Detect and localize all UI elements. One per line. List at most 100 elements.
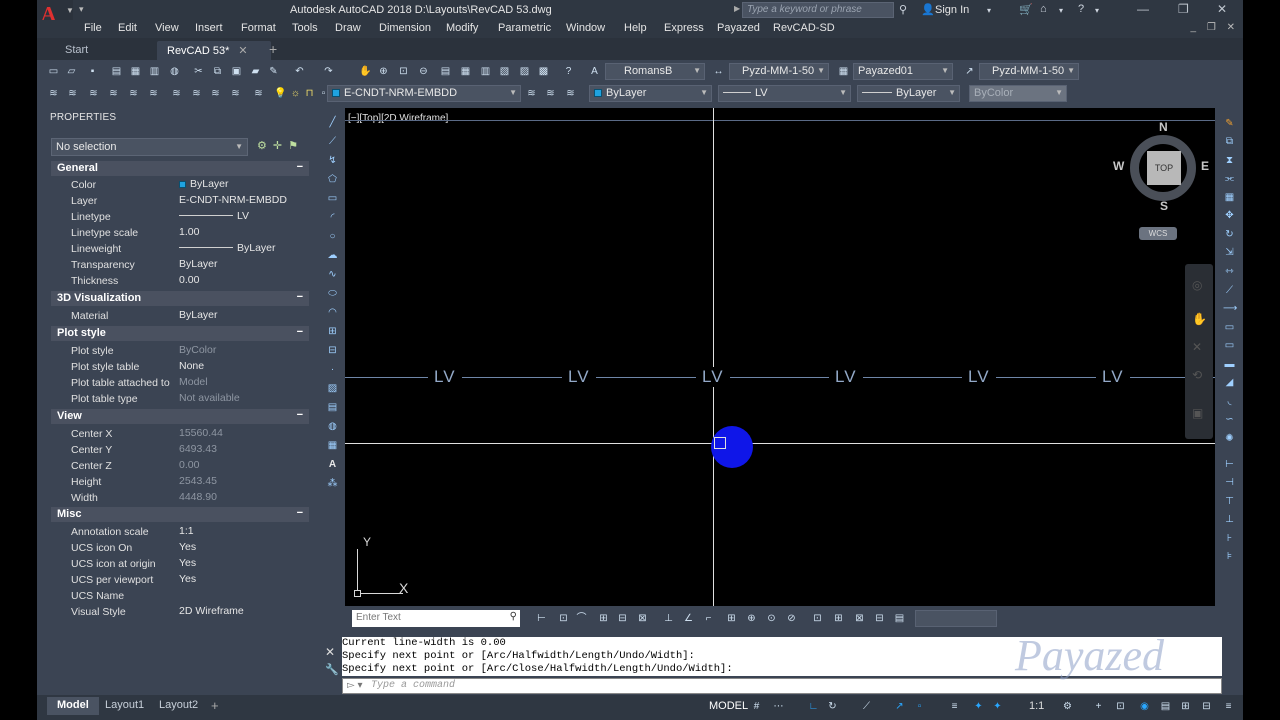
object-snap-tracking-icon[interactable]: ↗ [893,700,906,713]
layer-settings-icon[interactable]: ≋ [564,87,577,100]
menu-help[interactable]: Help [624,22,647,34]
text-style-dropdown[interactable]: RomansB ▼ [605,63,705,80]
prop-row-width[interactable]: Width 4448.90 [51,490,309,506]
status-menu-icon[interactable]: ≡ [1222,700,1235,713]
menu-file[interactable]: File [84,22,102,34]
auto-scale-icon[interactable]: ✦ [991,700,1004,713]
dim-style-icon[interactable]: ▤ [893,612,906,625]
dim-diameter-icon[interactable]: ⊧ [1223,550,1236,563]
dim-jogged-linear-icon[interactable]: ⊘ [785,612,798,625]
lineweight-toggle-icon[interactable]: ≡ [948,700,961,713]
tab-revcad-53[interactable]: RevCAD 53* ✕ [157,41,271,60]
customize-icon[interactable]: ⊞ [1179,700,1192,713]
prop-row-transparency[interactable]: Transparency ByLayer [51,257,309,273]
dim-style-dropdown[interactable] [915,610,997,627]
group-general[interactable]: General − [51,161,309,176]
compass-north[interactable]: N [1159,120,1168,134]
text-style-icon[interactable]: A [588,65,601,78]
design-center-icon[interactable]: ▦ [459,65,472,78]
redo-icon[interactable]: ↷ [322,65,335,78]
dim-override-icon[interactable]: ⊟ [873,612,886,625]
copy-object-icon[interactable]: ⧉ [1223,135,1236,148]
layer-dropdown[interactable]: E-CNDT-NRM-EMBDD ▼ [327,85,521,102]
compass-west[interactable]: W [1113,159,1124,173]
array-icon[interactable]: ▦ [1223,191,1236,204]
menu-draw[interactable]: Draw [335,22,361,34]
dim-inspect-icon[interactable]: ⊙ [765,612,778,625]
prop-row-ucs-icon-at-origin[interactable]: UCS icon at origin Yes [51,556,309,572]
paste-icon[interactable]: ▣ [230,65,243,78]
orbit-icon[interactable]: ⟲ [1192,368,1202,382]
chamfer-icon[interactable]: ◢ [1223,376,1236,389]
sign-in-dropdown-icon[interactable]: ▾ [987,6,991,15]
annotation-visibility-icon[interactable]: ✦ [972,700,985,713]
plot-preview-icon[interactable]: ▦ [129,65,142,78]
dim-break-icon[interactable]: ⊥ [662,612,675,625]
color-dropdown[interactable]: ByLayer ▼ [589,85,712,102]
hatch-icon[interactable]: ▨ [326,382,339,395]
viewport-controls[interactable]: [−][Top][2D Wireframe] [348,113,448,124]
menu-parametric[interactable]: Parametric [498,22,551,34]
zoom-realtime-icon[interactable]: ⊕ [377,65,390,78]
menu-modify[interactable]: Modify [446,22,478,34]
prop-row-linetype[interactable]: Linetype LV [51,209,309,225]
dim-edit-icon[interactable]: ⊡ [811,612,824,625]
layer-delete-icon[interactable]: ≋ [252,87,265,100]
exchange-icon[interactable]: ⌂ [1040,3,1047,15]
lightbulb-icon[interactable]: 💡 [274,87,287,100]
make-block-icon[interactable]: ⊟ [326,344,339,357]
menu-revcad-sd[interactable]: RevCAD-SD [773,22,835,34]
multileader-style-icon[interactable]: ↗ [963,65,976,78]
menu-view[interactable]: View [155,22,179,34]
join-icon[interactable]: ▬ [1223,358,1236,371]
prop-row-annotation-scale[interactable]: Annotation scale 1:1 [51,524,309,540]
binoculars-icon[interactable]: ⚲ [899,3,907,16]
layer-unisolate-icon[interactable]: ≋ [107,87,120,100]
sheet-set-icon[interactable]: ▧ [498,65,511,78]
line-icon[interactable]: ╱ [326,116,339,129]
polygon-icon[interactable]: ⬠ [326,173,339,186]
wcs-menu-button[interactable]: WCS [1139,227,1177,240]
blend-curves-icon[interactable]: ∽ [1223,413,1236,426]
tool-palettes-icon[interactable]: ▥ [479,65,492,78]
calculator-icon[interactable]: ▩ [537,65,550,78]
menu-window[interactable]: Window [566,22,605,34]
dim-linear-snap-icon[interactable]: ⊢ [535,612,548,625]
sign-in-button[interactable]: Sign In [935,4,969,16]
layer-freeze-icon[interactable]: ≋ [147,87,160,100]
prop-row-color[interactable]: Color ByLayer [51,177,309,193]
properties-icon[interactable]: ▤ [439,65,452,78]
dimension-style-dropdown[interactable]: Pyzd-MM-1-50 ▼ [729,63,829,80]
open-icon[interactable]: ▱ [65,65,78,78]
dim-jog-icon[interactable]: ⌐ [702,612,715,625]
cut-icon[interactable]: ✂ [192,65,205,78]
revision-cloud-icon[interactable]: ☁ [326,249,339,262]
stretch-icon[interactable]: ⇿ [1223,265,1236,278]
save-icon[interactable]: ▪ [86,65,99,78]
table-style-dropdown[interactable]: Payazed01 ▼ [853,63,953,80]
tab-model[interactable]: Model [47,697,99,715]
pan-hand-icon[interactable]: ✋ [1192,312,1207,326]
polyline-icon[interactable]: ↯ [326,154,339,167]
wrench-icon[interactable]: 🔧 [325,663,339,676]
clean-screen-icon[interactable]: ▤ [1159,700,1172,713]
layer-merge-icon[interactable]: ≋ [229,87,242,100]
ellipse-icon[interactable]: ⬭ [326,287,339,300]
prop-row-ucs-name[interactable]: UCS Name [51,588,309,604]
dim-arc-icon[interactable]: ⊤ [1223,495,1236,508]
zoom-extents-icon[interactable]: ✕ [1192,340,1202,354]
pencil-icon[interactable]: ✎ [1223,117,1236,130]
prop-row-ucs-icon-on[interactable]: UCS icon On Yes [51,540,309,556]
construction-line-icon[interactable]: ⟋ [326,135,339,148]
quick-select-icons[interactable]: ⚙✛⚑ [257,139,304,152]
help-toolbar-icon[interactable]: ? [562,65,575,78]
publish-icon[interactable]: ▥ [148,65,161,78]
help-dropdown-icon[interactable]: ▾ [1095,6,1099,15]
explode-icon[interactable]: ✺ [1223,432,1236,445]
prop-row-thickness[interactable]: Thickness 0.00 [51,273,309,289]
menu-edit[interactable]: Edit [118,22,137,34]
undo-icon[interactable]: ↶ [293,65,306,78]
zoom-previous-icon[interactable]: ⊖ [417,65,430,78]
close-icon[interactable]: ✕ [325,645,335,659]
markup-icon[interactable]: ▨ [518,65,531,78]
